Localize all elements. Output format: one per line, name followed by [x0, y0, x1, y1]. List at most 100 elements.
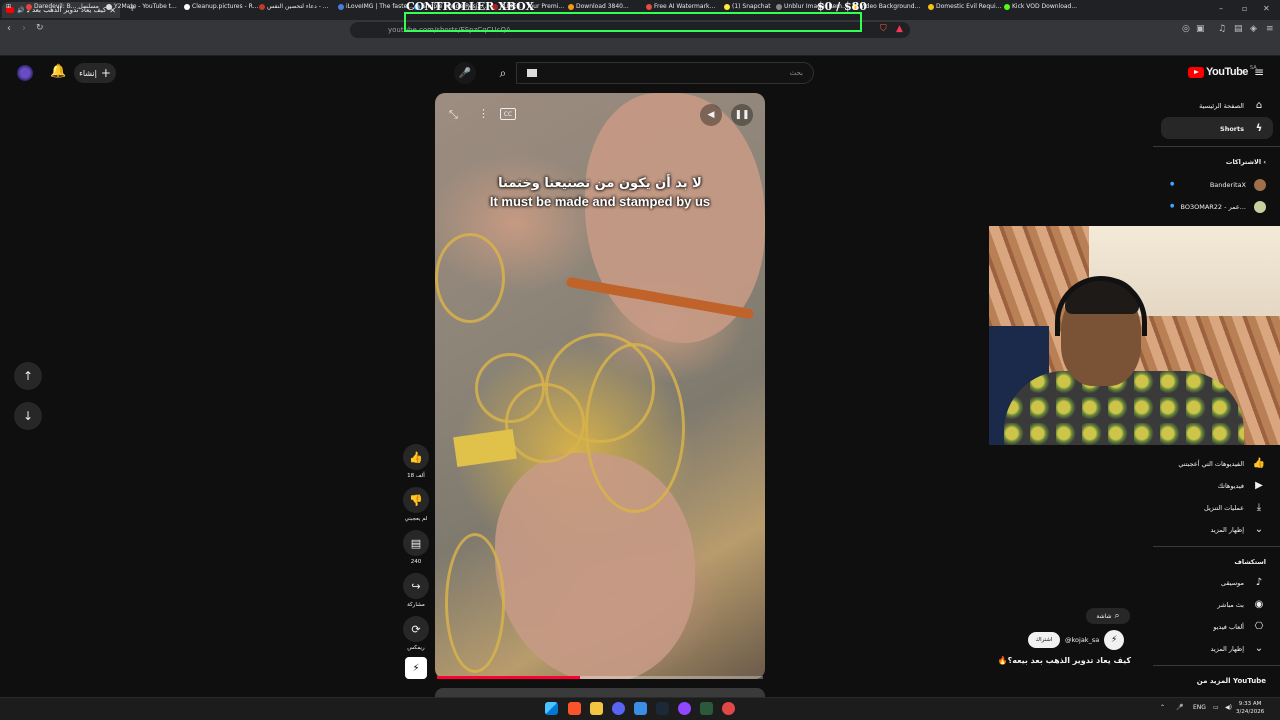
sidebar-item-liked[interactable]: الفيديوهات التي أعجبتني 👍: [1178, 458, 1266, 469]
minimize-icon[interactable]: –: [1219, 4, 1223, 13]
maximize-icon[interactable]: ▫: [1242, 4, 1247, 13]
sidebar-item-gaming[interactable]: ألعاب فيديو ⎔: [1213, 621, 1266, 632]
notifications-bell-icon[interactable]: 🔔: [50, 64, 66, 79]
previous-short-button[interactable]: ↑: [14, 362, 42, 390]
extension-icon-1[interactable]: ◎: [1182, 24, 1190, 34]
bookmark-item[interactable]: (1) Snapchat: [724, 3, 771, 10]
download-icon: ⤓: [1256, 502, 1262, 513]
sidebar-item-label: الاشتراكات: [1225, 158, 1262, 166]
sidebar-toggle-icon[interactable]: ▤: [1234, 24, 1243, 34]
language-indicator[interactable]: ENG: [1193, 704, 1206, 711]
obs-icon[interactable]: [678, 702, 691, 715]
bookmark-item[interactable]: Download 3840...: [568, 3, 629, 10]
share-label: مشاركة: [407, 602, 425, 608]
overlay-amount: $0 / $80: [817, 0, 867, 13]
volume-tray-icon[interactable]: ◀): [1225, 704, 1232, 711]
subscribe-button[interactable]: اشتراك: [1028, 632, 1060, 648]
edge-icon[interactable]: [634, 702, 647, 715]
bookmark-item[interactable]: دعاء لتحصين النفس - ...: [259, 3, 329, 10]
mic-tray-icon[interactable]: 🎤: [1176, 704, 1183, 711]
brave-shield-icon[interactable]: ⛉: [880, 24, 887, 34]
sidebar-item-home[interactable]: الصفحة الرئيسية ⌂: [1199, 100, 1266, 111]
bookmark-item[interactable]: iLoveIMG | The faste...: [338, 3, 413, 10]
new-content-dot-icon: ●: [1170, 181, 1175, 187]
search-input[interactable]: بحث: [516, 62, 814, 84]
brave-browser-icon[interactable]: [568, 702, 581, 715]
sidebar-item-sub-bo3omar22[interactable]: BO3OMAR22 - عمر...: [1181, 201, 1266, 213]
sidebar-item-your-videos[interactable]: فيديوهاتك ▶: [1218, 480, 1266, 491]
back-icon[interactable]: ‹: [7, 23, 11, 34]
clock-time: 9:33 AM: [1238, 701, 1262, 707]
channel-handle[interactable]: @kojak_sa: [1065, 636, 1099, 644]
bookmark-item[interactable]: Free AI Watermark...: [646, 3, 715, 10]
search-icon: ⌕: [1114, 611, 1120, 621]
discord-icon[interactable]: [612, 702, 625, 715]
sidebar-item-sub-banderitax[interactable]: BanderitaX: [1210, 179, 1266, 191]
sidebar-item-label: بث مباشر: [1217, 600, 1244, 609]
arrow-down-icon: ↓: [22, 409, 34, 423]
steam-icon[interactable]: [656, 702, 669, 715]
search-chip[interactable]: شاشة ⌕: [1086, 608, 1130, 624]
chrome-icon[interactable]: [722, 702, 735, 715]
sidebar-item-show-more-2[interactable]: إظهار المزيد ⌄: [1210, 643, 1266, 654]
remix-button[interactable]: ⟳ ريمكس: [402, 616, 430, 651]
video-progress-bar[interactable]: [437, 676, 763, 679]
volume-icon[interactable]: ◀: [700, 104, 722, 126]
sidebar-item-label: إظهار المزيد: [1210, 525, 1244, 534]
system-clock[interactable]: 9:33 AM 3/24/2026: [1236, 700, 1264, 716]
apps-icon[interactable]: ⊞: [6, 3, 11, 10]
bookmark-item[interactable]: Cleanup.pictures - R...: [184, 3, 258, 10]
dislike-button[interactable]: 👎 لم يعجبني: [402, 487, 430, 522]
windows-start-icon[interactable]: [545, 702, 558, 715]
logo-text: YouTube: [1206, 66, 1248, 78]
sidebar-item-downloads[interactable]: عمليات التنزيل ⤓: [1204, 502, 1266, 513]
bookmark-item[interactable]: Kick VOD Download...: [1004, 3, 1077, 10]
hamburger-menu-icon[interactable]: ≡: [1254, 65, 1264, 79]
bookmark-item[interactable]: Domestic Evil Requi...: [928, 3, 1001, 10]
comment-button[interactable]: ▤ 240: [402, 530, 430, 565]
wallet-icon[interactable]: ◈: [1250, 24, 1257, 34]
sidebar-item-subscriptions[interactable]: الاشتراكات ‹: [1226, 158, 1266, 166]
sidebar-item-show-more[interactable]: إظهار المزيد ⌄: [1210, 524, 1266, 535]
browser-menu-icon[interactable]: ≡: [1266, 24, 1274, 34]
sidebar-item-shorts[interactable]: Shorts ϟ: [1220, 123, 1266, 134]
tray-chevron-icon[interactable]: ⌃: [1160, 704, 1165, 711]
close-window-icon[interactable]: ✕: [1263, 4, 1270, 13]
channel-avatar[interactable]: ⚡: [1104, 630, 1125, 650]
sidebar-item-label: ألعاب فيديو: [1213, 622, 1244, 631]
short-title[interactable]: كيف يعاد تدوير الذهب بعد بيعه؟🔥: [998, 656, 1131, 665]
expand-icon[interactable]: ⤡: [449, 108, 458, 122]
search-icon: ⌕: [499, 65, 507, 80]
sidebar-item-live[interactable]: بث مباشر ◉: [1217, 599, 1266, 610]
account-avatar[interactable]: [17, 65, 33, 81]
youtube-logo[interactable]: YouTube SA: [1188, 65, 1257, 78]
next-short-button[interactable]: ↓: [14, 402, 42, 430]
app-icon[interactable]: [700, 702, 713, 715]
sidebar-item-music[interactable]: موسيقى ♪: [1221, 577, 1266, 588]
youtube-play-icon: [1188, 66, 1204, 78]
channel-thumbnail[interactable]: ⚡: [405, 657, 427, 679]
bookmark-item[interactable]: Y2Mate - YouTube t...: [106, 3, 177, 10]
voice-search-mic-icon[interactable]: 🎤: [454, 62, 476, 84]
extension-icon-2[interactable]: ▣: [1196, 24, 1205, 34]
network-icon[interactable]: ▭: [1213, 704, 1219, 711]
overlay-frame: [404, 12, 862, 32]
bookmark-item[interactable]: Daredevil: B... مسلسل: [26, 3, 99, 10]
chevron-down-icon: ⌄: [1254, 524, 1264, 535]
music-icon[interactable]: ♫: [1218, 24, 1226, 34]
search-button[interactable]: ⌕: [490, 62, 516, 84]
reload-icon[interactable]: ↻: [36, 23, 44, 33]
forward-icon[interactable]: ›: [22, 23, 26, 34]
share-button[interactable]: ↪ مشاركة: [402, 573, 430, 608]
video-progress-fill: [437, 676, 581, 679]
dislike-icon: 👎: [403, 487, 429, 513]
subtitle-english: It must be made and stamped by us: [489, 194, 711, 209]
more-options-icon[interactable]: ⋮: [478, 107, 489, 120]
file-explorer-icon[interactable]: [590, 702, 603, 715]
create-button[interactable]: إنشاء +: [74, 63, 116, 83]
captions-button[interactable]: CC: [500, 108, 516, 120]
like-button[interactable]: 👍 18 ألف: [402, 444, 430, 479]
brave-rewards-icon[interactable]: ▲: [896, 24, 903, 34]
sidebar-divider: [1153, 546, 1280, 547]
pause-icon[interactable]: ❚❚: [731, 104, 753, 126]
